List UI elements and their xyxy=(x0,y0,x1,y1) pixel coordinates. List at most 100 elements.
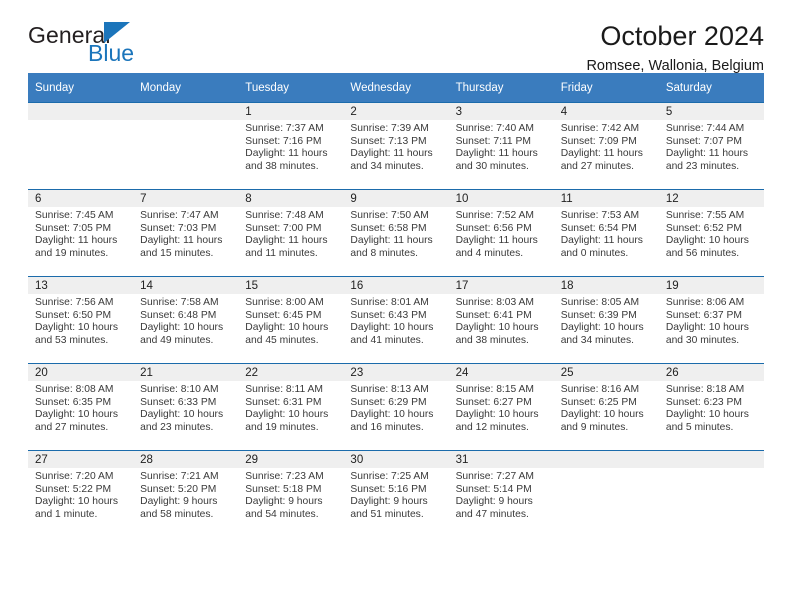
calendar-week-row: 13 Sunrise: 7:56 AM Sunset: 6:50 PM Dayligh… xyxy=(28,276,764,364)
brand-logo: General Blue xyxy=(28,0,248,76)
day-number: 7 xyxy=(133,190,239,207)
calendar-day-cell[interactable]: 16 Sunrise: 8:01 AM Sunset: 6:43 PM Dayligh… xyxy=(343,276,449,364)
day-details: Sunrise: 7:20 AM Sunset: 5:22 PM Daylight:… xyxy=(28,468,133,521)
calendar-day-cell[interactable]: 9 Sunrise: 7:50 AM Sunset: 6:58 PM Daylight… xyxy=(343,189,449,277)
daylight-text-line2: and 51 minutes. xyxy=(350,508,424,520)
sunrise-text: Sunrise: 7:45 AM xyxy=(35,210,114,221)
daylight-text-line1: Daylight: 11 hours xyxy=(455,148,538,160)
calendar-day-cell[interactable]: 23 Sunrise: 8:13 AM Sunset: 6:29 PM Dayligh… xyxy=(343,363,449,451)
day-number: 2 xyxy=(343,103,449,120)
calendar-day-cell[interactable]: 1 Sunrise: 7:37 AM Sunset: 7:16 PM Daylight… xyxy=(238,102,344,190)
daylight-text-line1: Daylight: 11 hours xyxy=(350,235,433,247)
daylight-text-line1: Daylight: 11 hours xyxy=(455,235,538,247)
day-details: Sunrise: 7:53 AM Sunset: 6:54 PM Daylight:… xyxy=(554,207,659,260)
sunrise-text: Sunrise: 7:50 AM xyxy=(350,210,429,221)
calendar-day-cell[interactable]: 5 Sunrise: 7:44 AM Sunset: 7:07 PM Daylight… xyxy=(658,102,764,190)
calendar-day-cell[interactable]: 6 Sunrise: 7:45 AM Sunset: 7:05 PM Daylight… xyxy=(28,189,134,277)
daylight-text-line2: and 47 minutes. xyxy=(455,508,529,520)
sunrise-text: Sunrise: 8:10 AM xyxy=(140,384,219,395)
daylight-text-line1: Daylight: 10 hours xyxy=(560,322,644,334)
sunset-text: Sunset: 7:11 PM xyxy=(455,135,531,147)
day-details: Sunrise: 8:13 AM Sunset: 6:29 PM Daylight:… xyxy=(343,381,448,434)
calendar-day-cell[interactable]: 30 Sunrise: 7:25 AM Sunset: 5:16 PM Dayligh… xyxy=(343,450,449,537)
sunrise-text: Sunrise: 8:00 AM xyxy=(245,297,324,308)
daylight-text-line1: Daylight: 10 hours xyxy=(560,409,644,421)
day-cell-inner: 16 Sunrise: 8:01 AM Sunset: 6:43 PM Dayligh… xyxy=(343,277,449,363)
daylight-text-line2: and 19 minutes. xyxy=(245,421,319,433)
sunset-text: Sunset: 6:45 PM xyxy=(245,309,322,321)
calendar-day-cell[interactable]: 20 Sunrise: 8:08 AM Sunset: 6:35 PM Dayligh… xyxy=(28,363,134,451)
daylight-text-line1: Daylight: 10 hours xyxy=(455,409,539,421)
daylight-text-line2: and 30 minutes. xyxy=(455,160,529,172)
calendar-header-row: Sunday Monday Tuesday Wednesday Thursday Frid… xyxy=(28,73,764,103)
calendar-day-cell[interactable]: 18 Sunrise: 8:05 AM Sunset: 6:39 PM Dayligh… xyxy=(553,276,659,364)
sunrise-text: Sunrise: 7:40 AM xyxy=(455,123,534,134)
day-number: 4 xyxy=(553,103,659,120)
calendar-day-cell[interactable]: 4 Sunrise: 7:42 AM Sunset: 7:09 PM Daylight… xyxy=(553,102,659,190)
weekday-header-monday: Monday xyxy=(133,73,239,103)
weekday-header-saturday: Saturday xyxy=(658,73,764,103)
day-number: 28 xyxy=(133,451,239,468)
day-number: 13 xyxy=(28,277,134,294)
calendar-day-cell[interactable]: 24 Sunrise: 8:15 AM Sunset: 6:27 PM Dayligh… xyxy=(448,363,554,451)
day-details: Sunrise: 7:48 AM Sunset: 7:00 PM Daylight:… xyxy=(238,207,343,260)
daylight-text-line1: Daylight: 10 hours xyxy=(665,409,749,421)
day-details: Sunrise: 7:42 AM Sunset: 7:09 PM Daylight:… xyxy=(554,120,659,173)
calendar-day-cell[interactable]: 13 Sunrise: 7:56 AM Sunset: 6:50 PM Dayligh… xyxy=(28,276,134,364)
day-number: 25 xyxy=(553,364,659,381)
calendar-day-cell[interactable]: 14 Sunrise: 7:58 AM Sunset: 6:48 PM Dayligh… xyxy=(133,276,239,364)
day-cell-inner: 8 Sunrise: 7:48 AM Sunset: 7:00 PM Daylight… xyxy=(238,190,344,276)
calendar-day-cell[interactable]: 2 Sunrise: 7:39 AM Sunset: 7:13 PM Daylight… xyxy=(343,102,449,190)
daylight-text-line2: and 27 minutes. xyxy=(560,160,634,172)
calendar-day-cell[interactable]: 29 Sunrise: 7:23 AM Sunset: 5:18 PM Dayligh… xyxy=(238,450,344,537)
day-number: 20 xyxy=(28,364,134,381)
day-number: 1 xyxy=(238,103,344,120)
daylight-text-line2: and 16 minutes. xyxy=(350,421,424,433)
calendar-day-cell-empty xyxy=(133,102,239,190)
calendar-day-cell[interactable]: 28 Sunrise: 7:21 AM Sunset: 5:20 PM Dayligh… xyxy=(133,450,239,537)
day-number: 8 xyxy=(238,190,344,207)
daylight-text-line1: Daylight: 9 hours xyxy=(350,496,428,508)
calendar-day-cell[interactable]: 8 Sunrise: 7:48 AM Sunset: 7:00 PM Daylight… xyxy=(238,189,344,277)
daylight-text-line1: Daylight: 10 hours xyxy=(35,409,118,421)
calendar-day-cell[interactable]: 12 Sunrise: 7:55 AM Sunset: 6:52 PM Dayligh… xyxy=(658,189,764,277)
calendar-day-cell[interactable]: 15 Sunrise: 8:00 AM Sunset: 6:45 PM Dayligh… xyxy=(238,276,344,364)
calendar-table: Sunday Monday Tuesday Wednesday Thursday Frid… xyxy=(28,73,764,537)
calendar-day-cell[interactable]: 11 Sunrise: 7:53 AM Sunset: 6:54 PM Dayligh… xyxy=(553,189,659,277)
calendar-day-cell[interactable]: 31 Sunrise: 7:27 AM Sunset: 5:14 PM Dayligh… xyxy=(448,450,554,537)
calendar-day-cell-empty xyxy=(28,102,134,190)
day-cell-inner: 6 Sunrise: 7:45 AM Sunset: 7:05 PM Daylight… xyxy=(28,190,134,276)
day-number: 21 xyxy=(133,364,239,381)
calendar-day-cell[interactable]: 7 Sunrise: 7:47 AM Sunset: 7:03 PM Daylight… xyxy=(133,189,239,277)
day-cell-inner: 12 Sunrise: 7:55 AM Sunset: 6:52 PM Dayligh… xyxy=(658,190,764,276)
day-number: 9 xyxy=(343,190,449,207)
day-details: Sunrise: 7:52 AM Sunset: 6:56 PM Daylight:… xyxy=(449,207,554,260)
sunrise-text: Sunrise: 8:16 AM xyxy=(560,384,640,395)
sunset-text: Sunset: 6:43 PM xyxy=(350,309,427,321)
sunset-text: Sunset: 7:07 PM xyxy=(665,135,742,147)
sunrise-text: Sunrise: 8:06 AM xyxy=(665,297,745,308)
daylight-text-line1: Daylight: 11 hours xyxy=(35,235,118,247)
sunset-text: Sunset: 5:20 PM xyxy=(140,483,217,495)
calendar-day-cell[interactable]: 22 Sunrise: 8:11 AM Sunset: 6:31 PM Dayligh… xyxy=(238,363,344,451)
daylight-text-line1: Daylight: 10 hours xyxy=(35,496,118,508)
day-details: Sunrise: 7:25 AM Sunset: 5:16 PM Daylight:… xyxy=(343,468,448,521)
weekday-header-tuesday: Tuesday xyxy=(238,73,344,103)
calendar-page: General Blue October 2024 Romsee, Wallon… xyxy=(0,0,792,612)
day-details: Sunrise: 8:10 AM Sunset: 6:33 PM Daylight:… xyxy=(133,381,238,434)
calendar-day-cell[interactable]: 19 Sunrise: 8:06 AM Sunset: 6:37 PM Dayligh… xyxy=(658,276,764,364)
daylight-text-line2: and 58 minutes. xyxy=(140,508,214,520)
calendar-day-cell[interactable]: 3 Sunrise: 7:40 AM Sunset: 7:11 PM Daylight… xyxy=(448,102,554,190)
calendar-day-cell[interactable]: 10 Sunrise: 7:52 AM Sunset: 6:56 PM Dayligh… xyxy=(448,189,554,277)
sunset-text: Sunset: 6:56 PM xyxy=(455,222,532,234)
daylight-text-line2: and 5 minutes. xyxy=(665,421,734,433)
calendar-day-cell[interactable]: 17 Sunrise: 8:03 AM Sunset: 6:41 PM Dayligh… xyxy=(448,276,554,364)
calendar-day-cell[interactable]: 26 Sunrise: 8:18 AM Sunset: 6:23 PM Dayligh… xyxy=(658,363,764,451)
calendar-day-cell[interactable]: 25 Sunrise: 8:16 AM Sunset: 6:25 PM Dayligh… xyxy=(553,363,659,451)
day-details: Sunrise: 7:27 AM Sunset: 5:14 PM Daylight:… xyxy=(449,468,554,521)
calendar-day-cell[interactable]: 27 Sunrise: 7:20 AM Sunset: 5:22 PM Dayligh… xyxy=(28,450,134,537)
calendar-day-cell[interactable]: 21 Sunrise: 8:10 AM Sunset: 6:33 PM Dayligh… xyxy=(133,363,239,451)
day-cell-inner: 30 Sunrise: 7:25 AM Sunset: 5:16 PM Dayligh… xyxy=(343,451,449,537)
day-details: Sunrise: 8:11 AM Sunset: 6:31 PM Daylight:… xyxy=(238,381,343,434)
sunrise-text: Sunrise: 7:53 AM xyxy=(560,210,640,221)
